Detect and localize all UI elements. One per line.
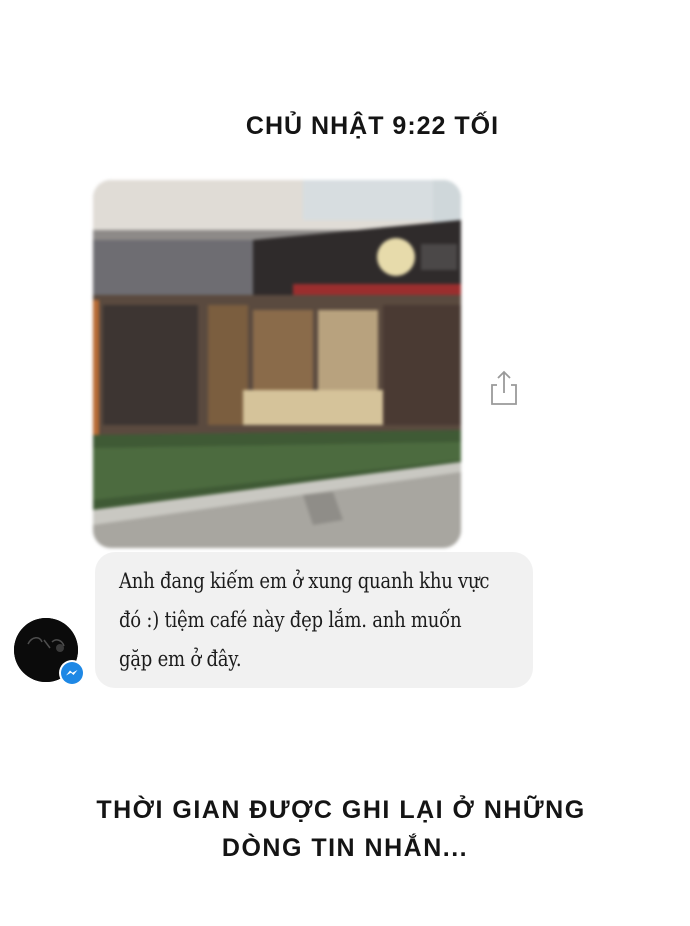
caption-line-2: DÒNG TIN NHẮN... [221,834,469,862]
comic-panel: CHỦ NHẬT 9:22 TỐI Anh đang kiếm em ở xun… [0,0,690,926]
message-bubble[interactable]: Anh đang kiếm em ở xung quanh khu vực đó… [95,552,533,688]
share-icon [491,370,517,405]
message-line: gặp em ở đây. [119,647,242,671]
messenger-badge [58,659,86,687]
caption-line-1: THỜI GIAN ĐƯỢC GHI LẠI Ở NHỮNG [96,796,586,824]
message-photo[interactable] [93,180,461,548]
cafe-photo-image [93,180,461,548]
message-line: đó :) tiệm café này đẹp lắm. anh muốn [119,608,462,632]
messenger-icon [59,660,85,686]
message-timestamp: CHỦ NHẬT 9:22 TỐI [245,112,500,140]
message-line: Anh đang kiếm em ở xung quanh khu vực [119,569,490,593]
message-text: Anh đang kiếm em ở xung quanh khu vực đó… [119,562,515,679]
share-button[interactable] [484,368,524,408]
